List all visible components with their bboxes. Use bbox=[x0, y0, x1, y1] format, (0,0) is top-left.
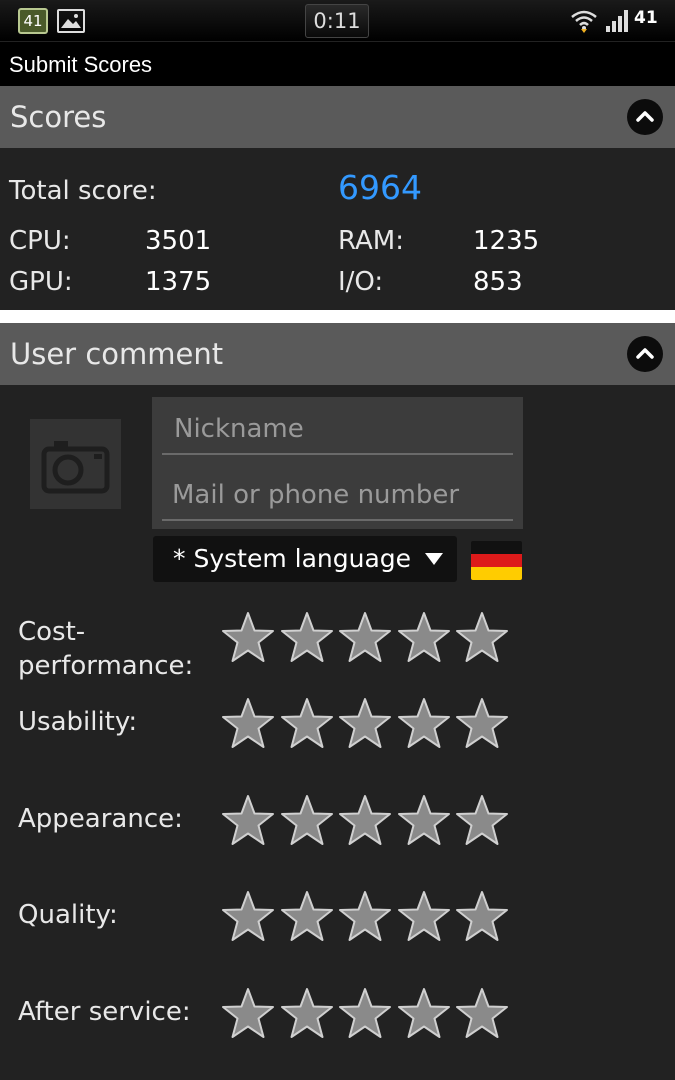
scores-panel: Total score: 6964 CPU: 3501 RAM: 1235 GP… bbox=[0, 148, 675, 310]
germany-flag-icon[interactable] bbox=[471, 541, 522, 580]
cpu-value: 3501 bbox=[145, 226, 212, 256]
star-icon[interactable] bbox=[337, 794, 393, 848]
star-icon[interactable] bbox=[396, 987, 452, 1041]
rating-label: After service: bbox=[18, 995, 191, 1029]
page-title: Submit Scores bbox=[9, 52, 153, 77]
star-icon[interactable] bbox=[279, 611, 335, 665]
star-icon[interactable] bbox=[220, 794, 276, 848]
star-icon[interactable] bbox=[337, 890, 393, 944]
star-rating[interactable] bbox=[220, 890, 515, 944]
star-icon[interactable] bbox=[454, 697, 510, 751]
star-icon[interactable] bbox=[454, 611, 510, 665]
user-comment-header[interactable]: User comment bbox=[0, 323, 675, 385]
star-icon[interactable] bbox=[220, 611, 276, 665]
status-clock: 0:11 bbox=[305, 4, 369, 38]
star-icon[interactable] bbox=[454, 890, 510, 944]
rating-label-line: Appearance: bbox=[18, 804, 183, 834]
ram-value: 1235 bbox=[473, 226, 540, 256]
star-icon[interactable] bbox=[279, 987, 335, 1041]
star-icon[interactable] bbox=[337, 697, 393, 751]
chevron-up-icon[interactable] bbox=[627, 336, 663, 372]
star-rating[interactable] bbox=[220, 697, 515, 751]
star-icon[interactable] bbox=[396, 890, 452, 944]
user-comment-header-title: User comment bbox=[10, 337, 224, 371]
total-score-value: 6964 bbox=[338, 168, 422, 207]
divider bbox=[0, 310, 675, 323]
star-icon[interactable] bbox=[337, 987, 393, 1041]
camera-icon bbox=[41, 441, 110, 494]
scores-header-title: Scores bbox=[10, 100, 107, 134]
rating-label: Usability: bbox=[18, 705, 137, 739]
star-icon[interactable] bbox=[220, 697, 276, 751]
star-icon[interactable] bbox=[279, 890, 335, 944]
wifi-icon bbox=[571, 10, 597, 33]
nickname-input[interactable] bbox=[162, 405, 513, 455]
star-icon[interactable] bbox=[454, 987, 510, 1041]
avatar-button[interactable] bbox=[30, 419, 121, 509]
rating-label-line: performance: bbox=[18, 651, 194, 681]
star-icon[interactable] bbox=[337, 611, 393, 665]
language-dropdown[interactable]: * System language bbox=[153, 536, 457, 582]
gpu-value: 1375 bbox=[145, 267, 212, 297]
io-label: I/O: bbox=[338, 267, 384, 297]
io-value: 853 bbox=[473, 267, 523, 297]
user-comment-panel: * System language Cost-performance: Usabi… bbox=[0, 385, 675, 1080]
contact-form bbox=[152, 397, 523, 529]
scores-header[interactable]: Scores bbox=[0, 86, 675, 148]
star-icon[interactable] bbox=[396, 697, 452, 751]
rating-label: Cost-performance: bbox=[18, 615, 193, 683]
status-bar: 41 0:11 41 bbox=[0, 0, 675, 42]
star-rating[interactable] bbox=[220, 794, 515, 848]
signal-value: 41 bbox=[634, 8, 658, 28]
star-icon[interactable] bbox=[220, 987, 276, 1041]
star-icon[interactable] bbox=[220, 890, 276, 944]
image-icon bbox=[57, 9, 85, 33]
star-icon[interactable] bbox=[454, 794, 510, 848]
total-score-label: Total score: bbox=[9, 176, 157, 206]
language-selected: * System language bbox=[173, 544, 412, 573]
star-icon[interactable] bbox=[396, 611, 452, 665]
rating-label: Appearance: bbox=[18, 802, 183, 836]
star-rating[interactable] bbox=[220, 611, 515, 665]
rating-label-line: Usability: bbox=[18, 707, 138, 737]
star-rating[interactable] bbox=[220, 987, 515, 1041]
app-bar: Submit Scores bbox=[0, 43, 675, 86]
rating-label-line: Quality: bbox=[18, 900, 118, 930]
star-icon[interactable] bbox=[396, 794, 452, 848]
rating-label-line: After service: bbox=[18, 997, 191, 1027]
cpu-label: CPU: bbox=[9, 226, 71, 256]
dropdown-arrow-icon bbox=[425, 553, 443, 565]
ram-label: RAM: bbox=[338, 226, 404, 256]
contact-input[interactable] bbox=[162, 471, 513, 521]
chevron-up-icon[interactable] bbox=[627, 99, 663, 135]
signal-bars-icon bbox=[606, 10, 628, 32]
star-icon[interactable] bbox=[279, 697, 335, 751]
gpu-label: GPU: bbox=[9, 267, 73, 297]
app-badge-icon: 41 bbox=[18, 8, 48, 34]
rating-label: Quality: bbox=[18, 898, 118, 932]
rating-label-line: Cost- bbox=[18, 617, 86, 647]
star-icon[interactable] bbox=[279, 794, 335, 848]
